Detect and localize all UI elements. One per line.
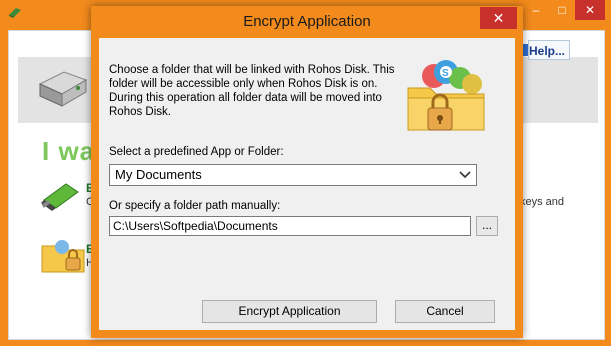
encrypt-application-button[interactable]: Encrypt Application (202, 300, 377, 323)
dialog-client-area: Choose a folder that will be linked with… (99, 38, 515, 330)
main-close-button[interactable]: ✕ (575, 0, 605, 20)
folder-path-label: Or specify a folder path manually: (109, 200, 281, 212)
intro-line: folder will be accessible only when Roho… (109, 78, 378, 90)
intro-line: Rohos Disk. (109, 106, 171, 118)
browse-button[interactable]: ... (476, 216, 498, 236)
dialog-close-button[interactable]: ✕ (480, 7, 517, 29)
predefined-app-select[interactable]: My Documents (109, 164, 477, 186)
cancel-button[interactable]: Cancel (395, 300, 495, 323)
drive-icon (38, 71, 88, 107)
locked-folder-icon[interactable] (40, 238, 86, 274)
dialog-title: Encrypt Application (243, 13, 371, 30)
chevron-down-icon (459, 171, 471, 179)
predefined-app-value: My Documents (115, 167, 202, 182)
main-maximize-button[interactable]: □ (549, 0, 575, 20)
help-button[interactable]: Help... (528, 40, 570, 60)
intro-line: Choose a folder that will be linked with… (109, 64, 395, 76)
usb-stick-icon[interactable] (40, 178, 84, 212)
option1-description-end: keys and (520, 196, 565, 208)
predefined-app-label: Select a predefined App or Folder: (109, 146, 284, 158)
main-minimize-button[interactable]: – (523, 0, 549, 20)
encrypt-application-dialog: Encrypt Application ✕ Choose a folder th… (91, 6, 523, 338)
intro-line: During this operation all folder data wi… (109, 92, 382, 104)
app-folder-icon: S (407, 60, 485, 131)
dialog-titlebar[interactable]: Encrypt Application ✕ (91, 6, 523, 38)
intro-text: Choose a folder that will be linked with… (109, 63, 395, 119)
folder-path-input[interactable] (109, 216, 471, 236)
main-heading: I wa (42, 136, 96, 166)
app-title-icon (9, 8, 21, 18)
svg-text:S: S (442, 68, 449, 79)
